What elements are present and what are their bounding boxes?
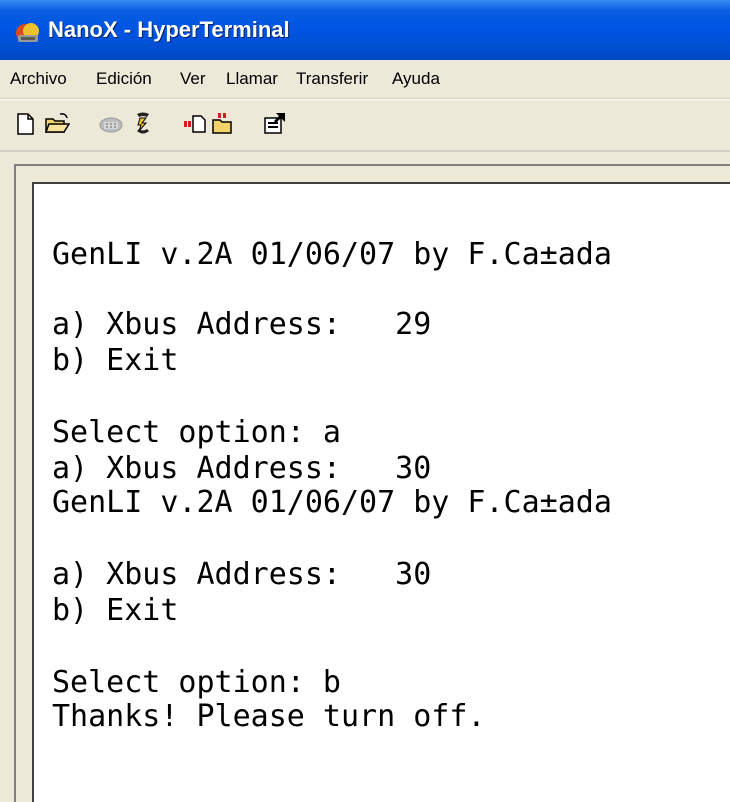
- terminal-line: Select option: b: [52, 665, 341, 700]
- terminal-line: b) Exit: [52, 593, 179, 628]
- terminal-line: a) Xbus Address: 30: [52, 451, 432, 486]
- terminal-line: Select option: a: [52, 415, 341, 450]
- toolbar: [0, 99, 730, 152]
- menu-ver[interactable]: Ver: [180, 69, 206, 89]
- menu-bar: Archivo Edición Ver Llamar Transferir Ay…: [0, 60, 730, 99]
- terminal-line: GenLI v.2A 01/06/07 by F.Ca±ada: [52, 485, 612, 520]
- send-icon[interactable]: [182, 111, 208, 137]
- title-bar[interactable]: NanoX - HyperTerminal: [0, 0, 730, 60]
- disconnect-icon[interactable]: [130, 111, 156, 137]
- terminal-line: b) Exit: [52, 343, 179, 378]
- properties-icon[interactable]: [262, 111, 288, 137]
- terminal-line: GenLI v.2A 01/06/07 by F.Ca±ada: [52, 237, 612, 272]
- window-title: NanoX - HyperTerminal: [48, 17, 290, 42]
- hyperterminal-app-icon: [16, 23, 39, 42]
- menu-llamar[interactable]: Llamar: [226, 69, 278, 89]
- menu-edicion[interactable]: Edición: [96, 69, 152, 89]
- receive-icon[interactable]: [210, 111, 236, 137]
- phone-icon[interactable]: [98, 111, 124, 137]
- hyperterminal-window: NanoX - HyperTerminal Archivo Edición Ve…: [0, 0, 730, 802]
- menu-transferir[interactable]: Transferir: [296, 69, 368, 89]
- menu-ayuda[interactable]: Ayuda: [392, 69, 440, 89]
- terminal-line: a) Xbus Address: 30: [52, 557, 432, 592]
- open-folder-icon[interactable]: [44, 111, 70, 137]
- terminal-line: Thanks! Please turn off.: [52, 699, 486, 734]
- new-document-icon[interactable]: [12, 111, 38, 137]
- menu-archivo[interactable]: Archivo: [10, 69, 67, 89]
- terminal-line: a) Xbus Address: 29: [52, 307, 432, 342]
